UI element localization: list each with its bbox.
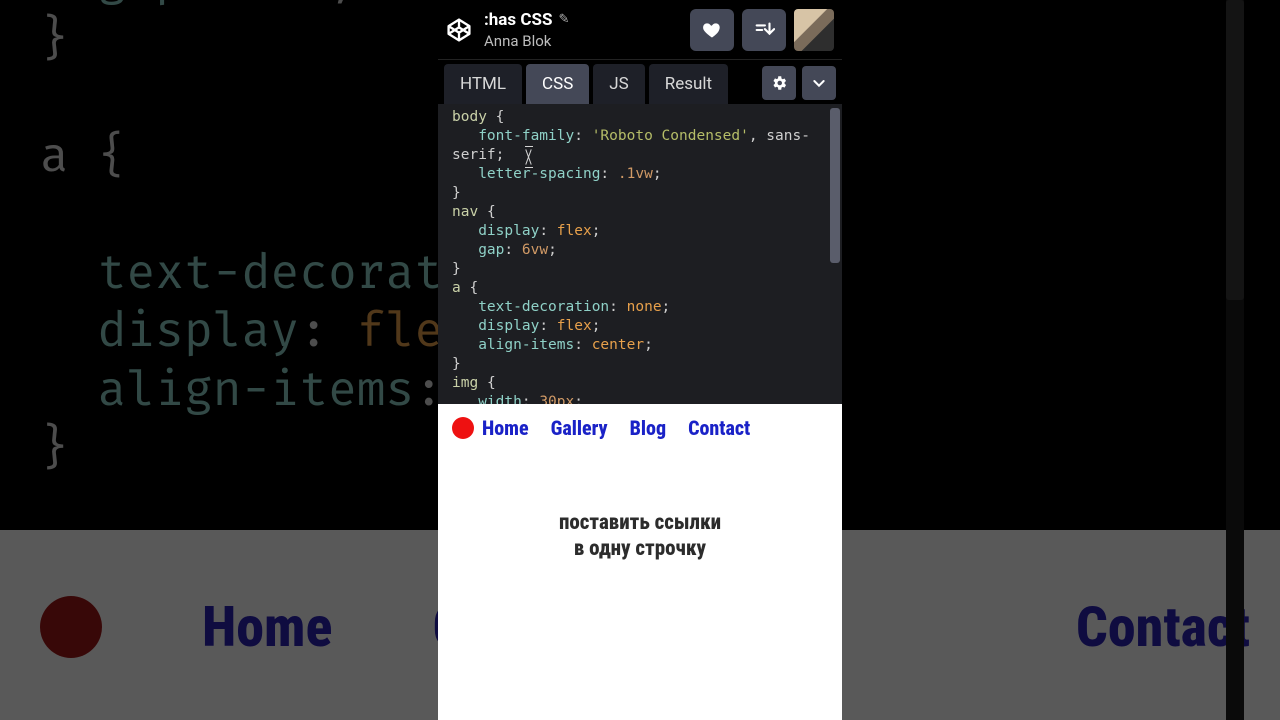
like-button[interactable] — [690, 9, 734, 51]
text-caret-icon — [524, 149, 533, 165]
editor-scrollbar-thumb[interactable] — [830, 108, 840, 263]
result-nav: Home Gallery Blog Contact — [438, 404, 842, 440]
tab-html[interactable]: HTML — [444, 64, 522, 104]
nav-link-contact[interactable]: Contact — [688, 416, 750, 440]
nav-link-home[interactable]: Home — [452, 416, 529, 440]
tab-js[interactable]: JS — [593, 64, 644, 104]
nav-link-gallery[interactable]: Gallery — [551, 416, 608, 440]
fork-button[interactable] — [742, 9, 786, 51]
css-editor[interactable]: body { font-family: 'Roboto Condensed', … — [438, 104, 842, 404]
nav-dot-icon — [452, 417, 474, 439]
caption-line2: в одну строчку — [438, 536, 842, 562]
caption-line1: поставить ссылки — [438, 510, 842, 536]
codepen-header: :has CSS ✎ Anna Blok — [438, 0, 842, 60]
editor-tabs: HTML CSS JS Result — [438, 60, 842, 104]
pen-author[interactable]: Anna Blok — [484, 32, 680, 50]
bg-scrollbar — [1226, 0, 1244, 720]
bg-code-left: gap: 6vw; } a { text-decorati display: f… — [0, 0, 460, 540]
tab-css[interactable]: CSS — [526, 64, 589, 104]
result-preview: Home Gallery Blog Contact поставить ссыл… — [438, 404, 842, 720]
codepen-frame: :has CSS ✎ Anna Blok HTML CSS JS — [438, 0, 842, 720]
user-avatar[interactable] — [794, 9, 834, 51]
bg-nav-dot — [40, 596, 102, 658]
bg-nav-contact: Contact — [1076, 594, 1250, 660]
pen-title[interactable]: :has CSS — [484, 10, 552, 30]
edit-title-icon[interactable]: ✎ — [558, 12, 569, 27]
bg-scrollbar-thumb — [1226, 0, 1244, 300]
caption-text: поставить ссылки в одну строчку — [438, 510, 842, 563]
tab-result[interactable]: Result — [649, 64, 728, 104]
codepen-logo-icon[interactable] — [444, 15, 474, 45]
nav-link-blog[interactable]: Blog — [630, 416, 666, 440]
collapse-button[interactable] — [802, 66, 836, 100]
settings-button[interactable] — [762, 66, 796, 100]
bg-nav-home: Home — [202, 594, 332, 660]
bg-nav-left: Home Ga — [40, 594, 492, 660]
editor-code: body { font-family: 'Roboto Condensed', … — [452, 108, 832, 404]
